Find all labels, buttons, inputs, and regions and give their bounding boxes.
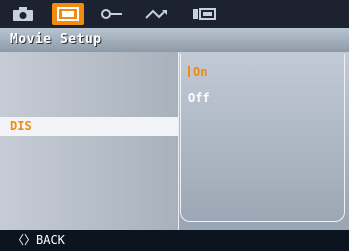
settings-icon[interactable] xyxy=(190,3,218,25)
page-title: Movie Setup xyxy=(0,28,349,52)
footer-bar: 〈〉BACK xyxy=(0,230,349,251)
selection-cursor xyxy=(188,66,190,77)
menu-item-dis-label: DIS xyxy=(10,119,32,133)
menu-item-dis[interactable]: DIS xyxy=(0,117,178,136)
playback-key-icon[interactable] xyxy=(98,3,126,25)
back-hint[interactable]: 〈〉BACK xyxy=(12,233,65,247)
option-on[interactable]: On xyxy=(188,65,207,79)
top-tab-bar xyxy=(0,0,349,28)
options-frame xyxy=(180,54,345,222)
movie-setup-icon[interactable] xyxy=(52,3,84,25)
camera-icon[interactable] xyxy=(10,3,36,25)
menu-panel xyxy=(0,52,178,230)
option-on-label: On xyxy=(193,65,208,79)
option-off[interactable]: Off xyxy=(188,91,210,105)
wave-icon[interactable] xyxy=(142,3,172,25)
